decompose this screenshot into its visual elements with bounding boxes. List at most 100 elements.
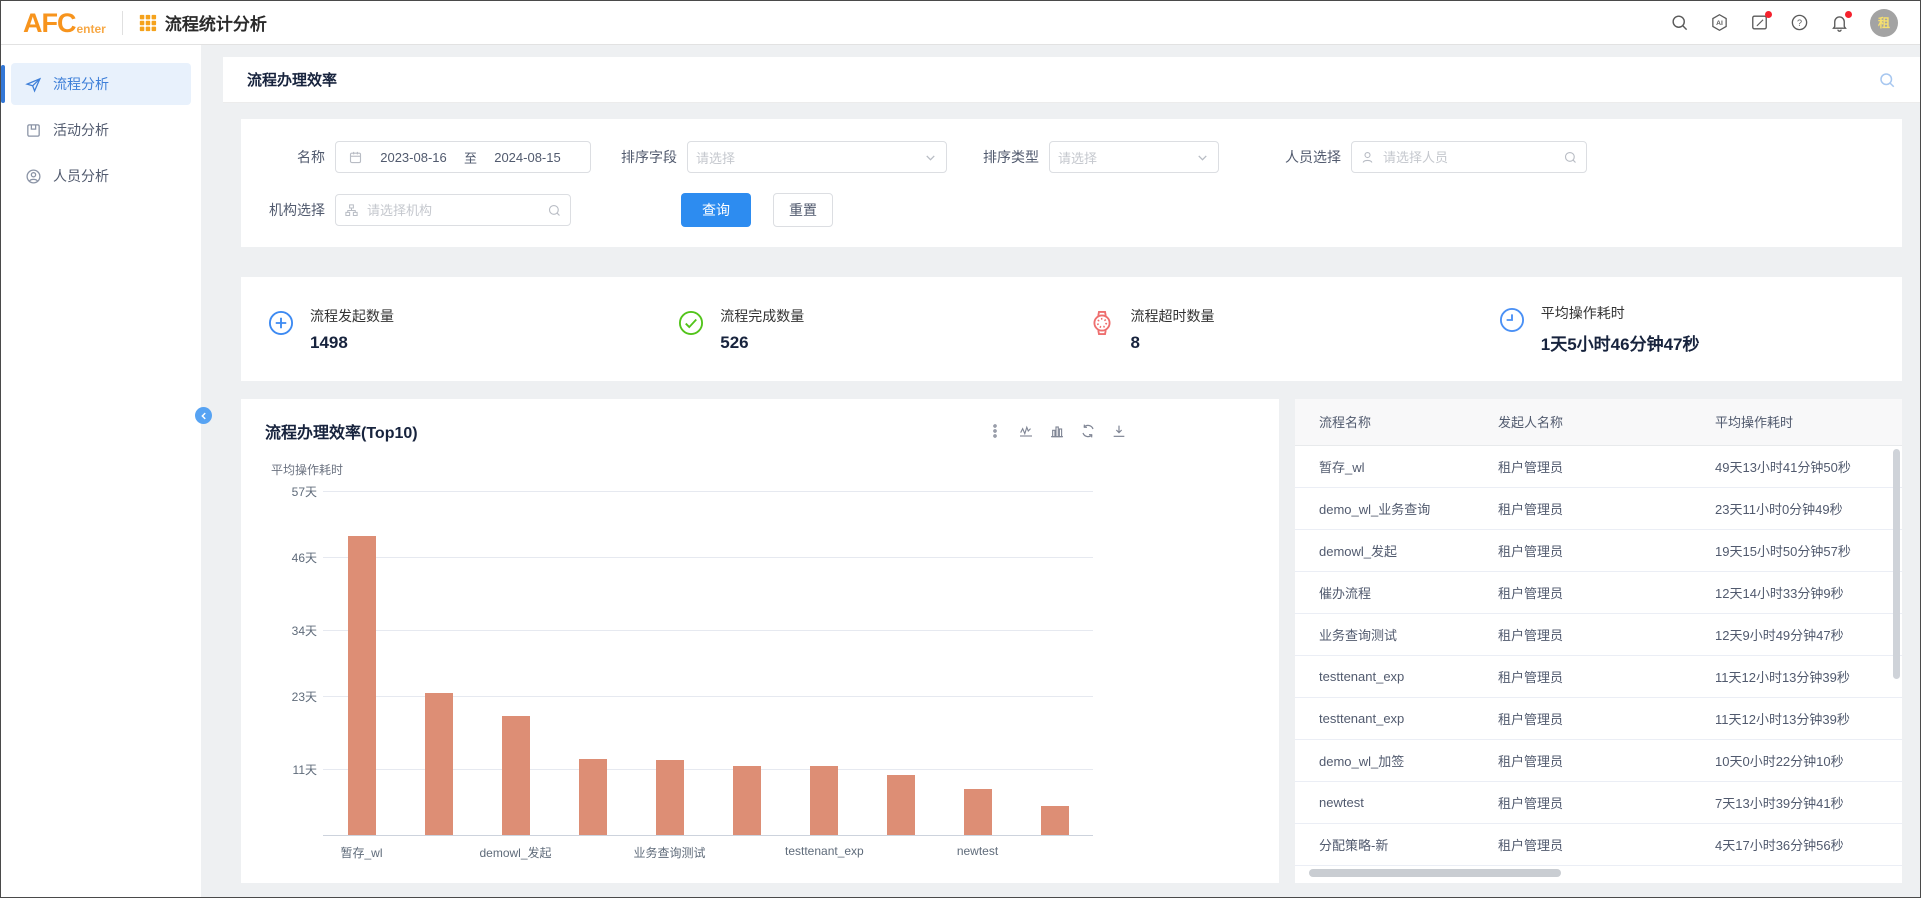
bar-chart-plot: 平均操作耗时 57天46天34天23天11天暂存_wldemowl_发起业务查询… xyxy=(265,451,1127,863)
chart-bar-催办流程[interactable] xyxy=(579,759,607,835)
table-row[interactable]: 分配策略-新租户管理员4天17小时36分钟56秒 xyxy=(1295,823,1902,865)
stat-value: 1498 xyxy=(310,333,394,353)
help-icon[interactable]: ? xyxy=(1790,13,1809,32)
ai-assistant-icon[interactable]: AI xyxy=(1710,13,1729,32)
logo-text-secondary: enter xyxy=(77,22,106,36)
sidebar-item-label: 活动分析 xyxy=(53,120,109,140)
stat-avg-duration: 平均操作耗时 1天5小时46分钟47秒 xyxy=(1482,303,1892,355)
table-row[interactable]: demo_wl_业务查询租户管理员23天11小时0分钟49秒 xyxy=(1295,487,1902,529)
select-placeholder: 请选择 xyxy=(1058,148,1097,167)
table-row[interactable]: testtenant_exp租户管理员11天12小时13分钟39秒 xyxy=(1295,697,1902,739)
chart-bar-demowl_发起[interactable] xyxy=(502,716,530,835)
efficiency-table: 流程名称 发起人名称 平均操作耗时 暂存_wl租户管理员49天13小时41分钟5… xyxy=(1295,399,1902,866)
table-row[interactable]: 业务查询测试租户管理员12天9小时49分钟47秒 xyxy=(1295,613,1902,655)
table-row[interactable]: demo_wl_加签租户管理员10天0小时22分钟10秒 xyxy=(1295,739,1902,781)
chart-bar-testtenant_exp[interactable] xyxy=(810,766,838,835)
table-cell: 4天17小时36分钟56秒 xyxy=(1715,823,1902,865)
x-axis-tick-label: demowl_发起 xyxy=(477,844,554,861)
table-header-row: 流程名称 发起人名称 平均操作耗时 xyxy=(1295,399,1902,445)
bar-chart-icon[interactable] xyxy=(1049,423,1065,439)
org-picker[interactable] xyxy=(335,194,571,226)
filter-panel: 名称 2023-08-16 至 2024-08-15 排序字段 请选择 排序类型 xyxy=(241,119,1902,247)
chart-gridline xyxy=(323,491,1093,492)
chart-title: 流程办理效率(Top10) xyxy=(265,419,418,443)
line-chart-icon[interactable] xyxy=(1018,423,1034,439)
sort-type-select[interactable]: 请选择 xyxy=(1049,141,1219,173)
org-picker-input[interactable] xyxy=(367,203,539,218)
person-picker-input[interactable] xyxy=(1383,150,1555,165)
table-cell: 催办流程 xyxy=(1295,571,1498,613)
chart-bar-testtenant_exp[interactable] xyxy=(733,766,761,835)
flow-icon xyxy=(25,76,42,93)
table-cell: demowl_发起 xyxy=(1295,529,1498,571)
sidebar-item-person-analysis[interactable]: 人员分析 xyxy=(11,155,191,197)
chart-bar-newtest[interactable] xyxy=(964,789,992,835)
search-icon[interactable] xyxy=(1878,71,1896,89)
page-title-bar: 流程办理效率 xyxy=(223,57,1920,103)
table-cell: testtenant_exp xyxy=(1295,655,1498,697)
chart-gridline xyxy=(323,630,1093,631)
download-icon[interactable] xyxy=(1111,423,1127,439)
table-row[interactable]: demowl_发起租户管理员19天15小时50分钟57秒 xyxy=(1295,529,1902,571)
table-cell: 业务查询测试 xyxy=(1295,613,1498,655)
table-row[interactable]: testtenant_exp租户管理员11天12小时13分钟39秒 xyxy=(1295,655,1902,697)
stat-label: 平均操作耗时 xyxy=(1541,303,1700,323)
table-cell: 暂存_wl xyxy=(1295,445,1498,487)
sort-field-select[interactable]: 请选择 xyxy=(687,141,947,173)
avatar[interactable]: 租 xyxy=(1870,9,1898,37)
chart-gridline xyxy=(323,557,1093,558)
vertical-scrollbar-thumb[interactable] xyxy=(1893,449,1900,679)
reset-button[interactable]: 重置 xyxy=(773,193,833,227)
table-row[interactable]: 暂存_wl租户管理员49天13小时41分钟50秒 xyxy=(1295,445,1902,487)
page-title: 流程办理效率 xyxy=(247,69,337,90)
table-row[interactable]: newtest租户管理员7天13小时39分钟41秒 xyxy=(1295,781,1902,823)
org-filter-label: 机构选择 xyxy=(265,200,325,220)
chevron-left-icon xyxy=(199,411,209,421)
table-cell: 租户管理员 xyxy=(1498,445,1715,487)
stat-initiated: 流程发起数量 1498 xyxy=(251,306,661,353)
date-start-value[interactable]: 2023-08-16 xyxy=(380,150,447,165)
x-axis-tick-label: testtenant_exp xyxy=(785,844,862,858)
top-bar: AFC enter 流程统计分析 AI ? xyxy=(1,1,1920,45)
stat-label: 流程超时数量 xyxy=(1131,306,1215,326)
notification-icon[interactable] xyxy=(1830,13,1849,32)
watch-icon xyxy=(1088,309,1116,337)
app-logo: AFC enter xyxy=(23,10,106,36)
table-cell: 租户管理员 xyxy=(1498,697,1715,739)
sidebar-item-activity-analysis[interactable]: 活动分析 xyxy=(11,109,191,151)
chart-bar-demo_wl_业务查询[interactable] xyxy=(425,693,453,835)
stat-value: 526 xyxy=(720,333,804,353)
svg-text:AI: AI xyxy=(1716,20,1723,27)
main-content: 流程办理效率 名称 2023-08-16 至 2024-08-15 排序 xyxy=(223,45,1920,897)
person-picker[interactable] xyxy=(1351,141,1587,173)
table-cell: 49天13小时41分钟50秒 xyxy=(1715,445,1902,487)
chart-bar-业务查询测试[interactable] xyxy=(656,760,684,835)
date-range-picker[interactable]: 2023-08-16 至 2024-08-15 xyxy=(335,141,591,173)
table-cell: 12天14小时33分钟9秒 xyxy=(1715,571,1902,613)
sidebar-item-process-analysis[interactable]: 流程分析 xyxy=(11,63,191,105)
person-icon xyxy=(25,168,42,185)
chart-bar-暂存_wl[interactable] xyxy=(348,536,376,835)
table-cell: newtest xyxy=(1295,781,1498,823)
query-button[interactable]: 查询 xyxy=(681,193,751,227)
sidebar-item-label: 人员分析 xyxy=(53,166,109,186)
org-tree-icon xyxy=(344,203,359,218)
table-row[interactable]: 催办流程租户管理员12天14小时33分钟9秒 xyxy=(1295,571,1902,613)
table-cell: 租户管理员 xyxy=(1498,529,1715,571)
table-cell: demo_wl_业务查询 xyxy=(1295,487,1498,529)
search-icon[interactable] xyxy=(1670,13,1689,32)
table-cell: 19天15小时50分钟57秒 xyxy=(1715,529,1902,571)
chart-bar-分配策略-新[interactable] xyxy=(1041,806,1069,835)
memo-icon[interactable] xyxy=(1750,13,1769,32)
divider xyxy=(122,11,123,35)
date-end-value[interactable]: 2024-08-15 xyxy=(494,150,561,165)
y-axis-tick-label: 34天 xyxy=(265,622,317,639)
efficiency-chart-card: 流程办理效率(Top10) xyxy=(241,399,1279,883)
horizontal-scrollbar-thumb[interactable] xyxy=(1309,869,1561,877)
plus-circle-icon xyxy=(267,309,295,337)
sidebar-collapse-button[interactable] xyxy=(195,407,212,424)
more-icon[interactable] xyxy=(987,423,1003,439)
refresh-icon[interactable] xyxy=(1080,423,1096,439)
stat-overtime: 流程超时数量 8 xyxy=(1072,306,1482,353)
chart-bar-demo_wl_加签[interactable] xyxy=(887,775,915,835)
